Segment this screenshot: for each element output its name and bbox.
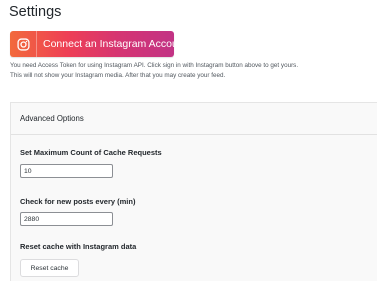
connect-instagram-label: Connect an Instagram Account xyxy=(43,38,187,50)
advanced-options-panel: Advanced Options Set Maximum Count of Ca… xyxy=(10,102,377,281)
notice-line: This will not show your Instagram media.… xyxy=(10,72,226,79)
instagram-icon xyxy=(10,31,37,57)
access-token-notice: You need Access Token for using Instagra… xyxy=(10,61,370,81)
page-title: Settings xyxy=(9,4,62,20)
panel-title: Advanced Options xyxy=(20,114,84,123)
cache-requests-input[interactable] xyxy=(20,164,113,178)
check-interval-input[interactable] xyxy=(20,212,113,226)
cache-requests-label: Set Maximum Count of Cache Requests xyxy=(20,148,162,157)
reset-cache-label: Reset cache with Instagram data xyxy=(20,242,137,251)
check-interval-label: Check for new posts every (min) xyxy=(20,197,136,206)
panel-divider xyxy=(11,134,377,135)
connect-instagram-button[interactable]: Connect an Instagram Account xyxy=(10,31,187,57)
reset-cache-button[interactable]: Reset cache xyxy=(20,259,79,277)
notice-line: You need Access Token for using Instagra… xyxy=(10,62,299,69)
